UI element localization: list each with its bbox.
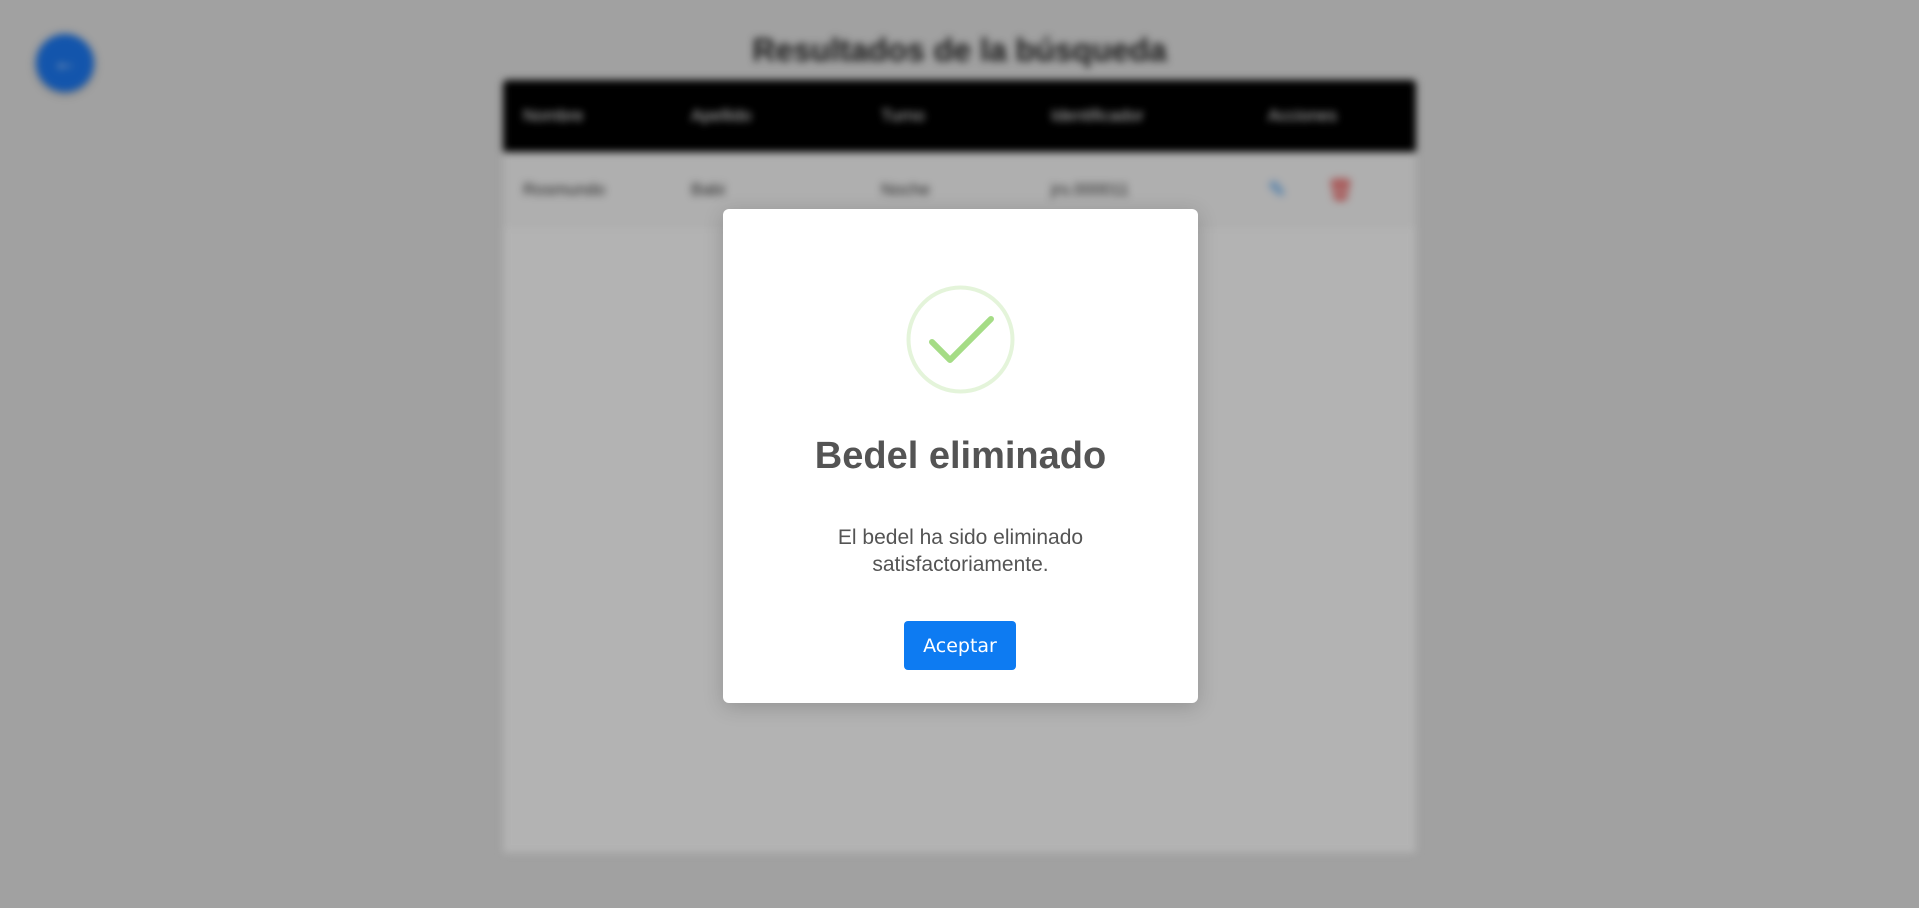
check-circle-icon [906,285,1015,394]
success-dialog: Bedel eliminado El bedel ha sido elimina… [723,209,1198,703]
accept-button[interactable]: Aceptar [904,621,1016,670]
dialog-message: El bedel ha sido eliminado satisfactoria… [837,526,1084,576]
dialog-title: Bedel eliminado [814,435,1107,477]
